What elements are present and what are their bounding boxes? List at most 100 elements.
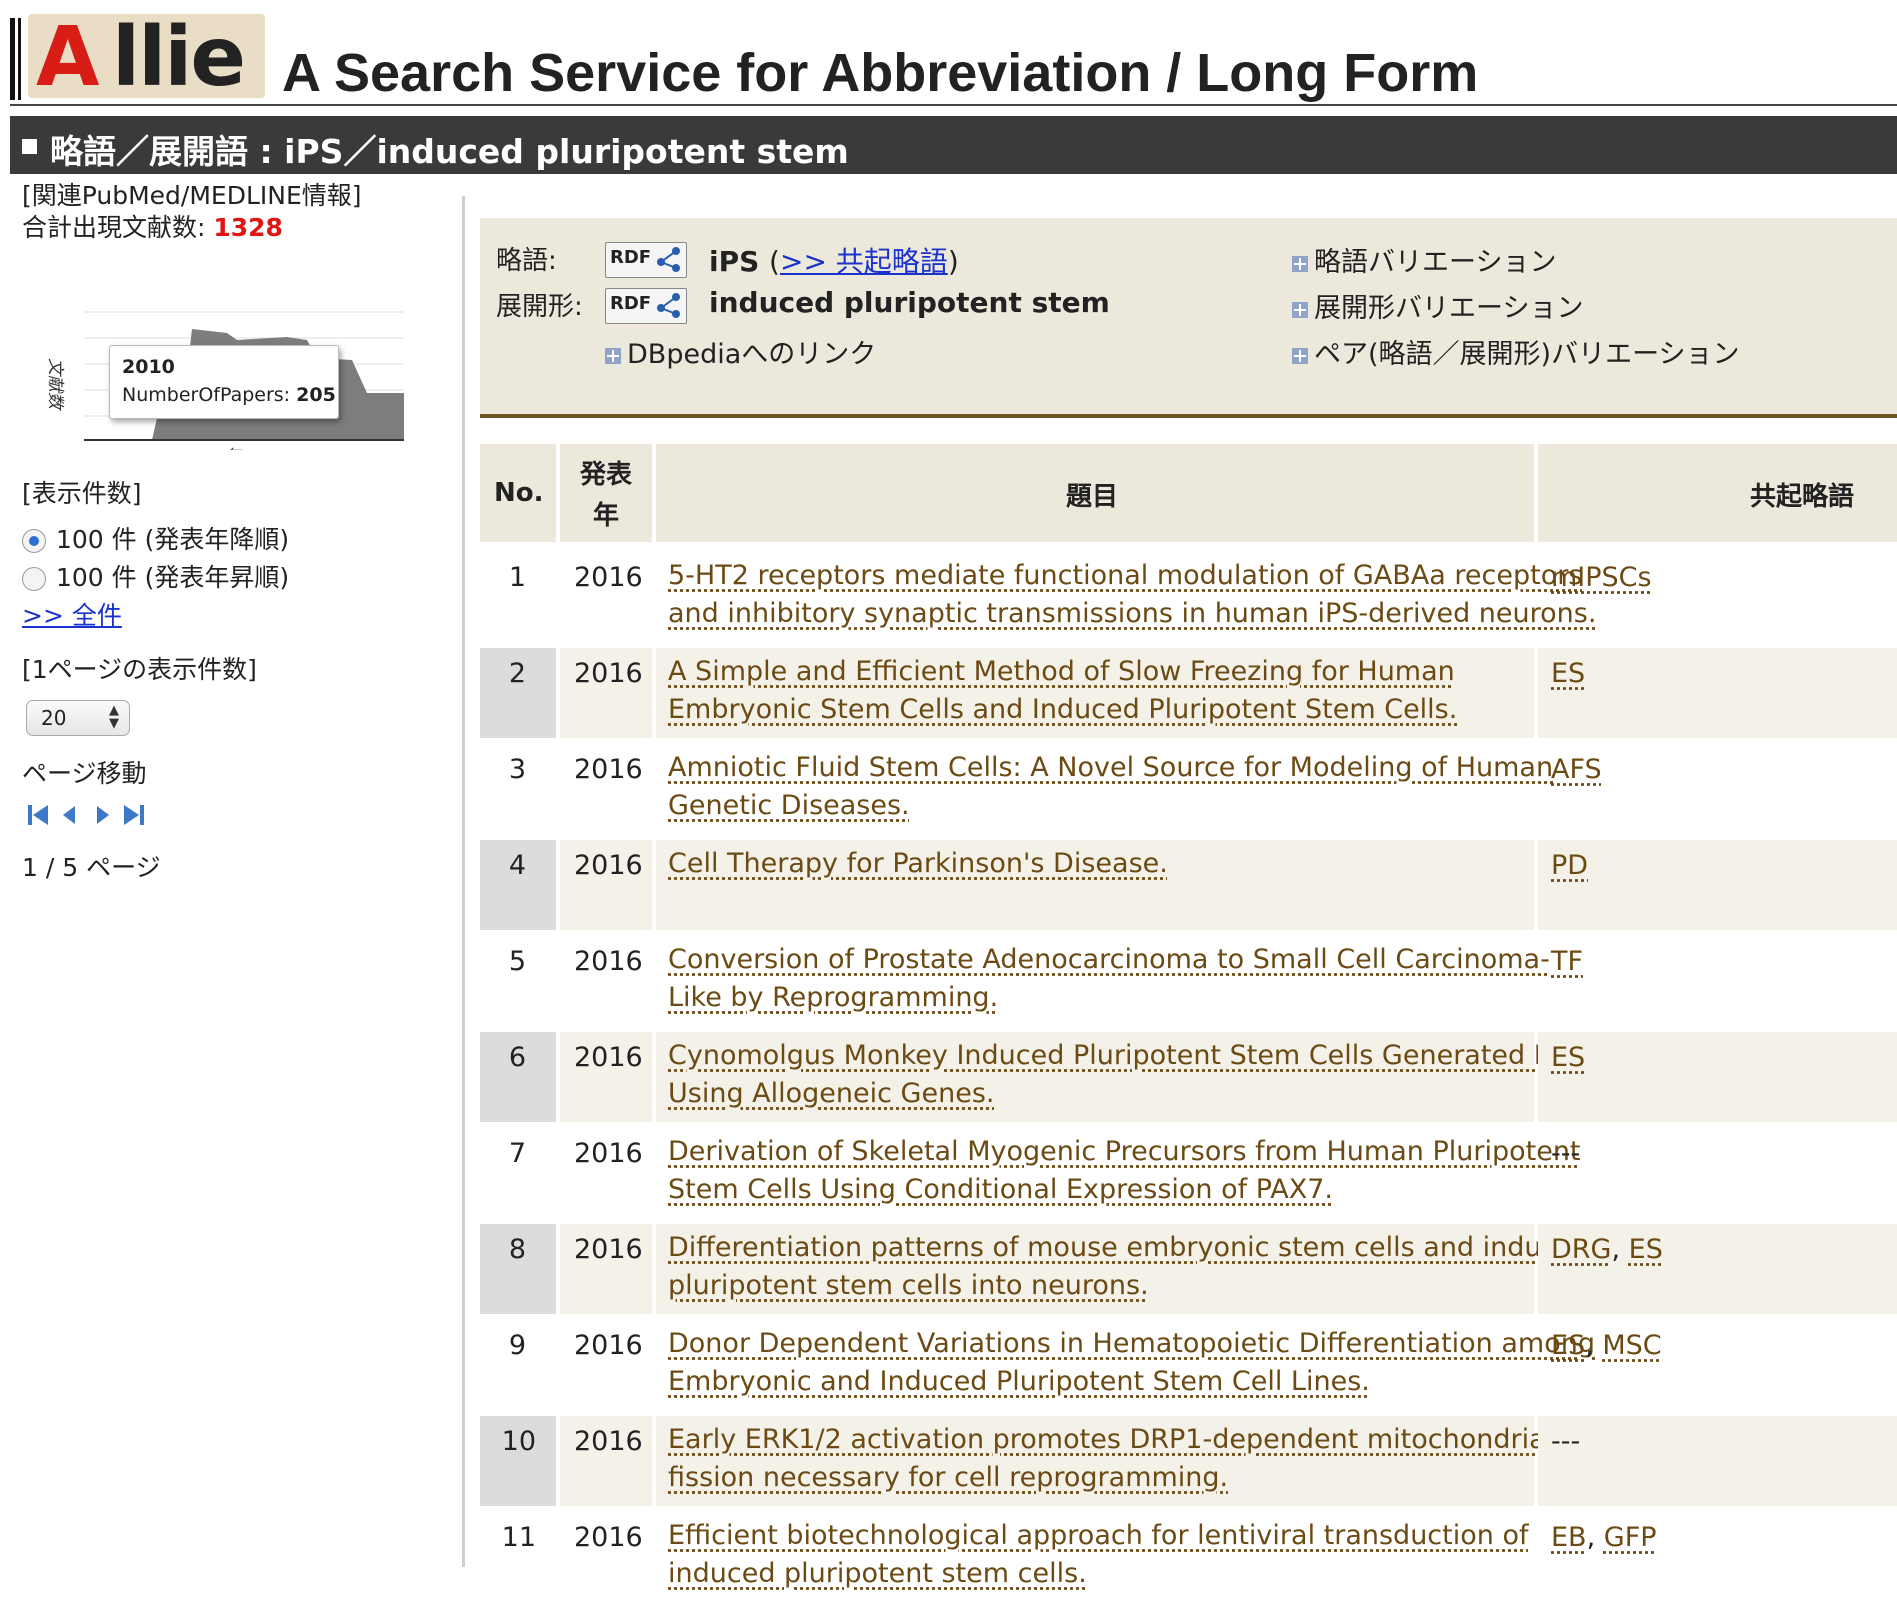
plus-icon [1292,256,1308,272]
cell-year: 2016 [560,1032,652,1122]
first-page-icon[interactable] [26,802,50,828]
tooltip-value-line: NumberOfPapers: 205 [122,384,336,406]
radio-asc-option[interactable]: 100 件 (発表年昇順) [22,558,289,594]
abbr-variation-link[interactable]: 略語バリエーション [1292,240,1556,279]
paper-title-link[interactable]: Differentiation patterns of mouse embryo… [668,1232,1590,1263]
paper-title-link[interactable]: 5-HT2 receptors mediate functional modul… [668,560,1582,591]
long-variation-link[interactable]: 展開形バリエーション [1292,286,1583,325]
paper-title-link[interactable]: Genetic Diseases. [668,790,910,821]
cooccur-abbr-link[interactable]: GFP [1604,1522,1657,1553]
cooccur-abbr-link[interactable]: PD [1551,850,1588,881]
prev-page-icon[interactable] [58,802,82,828]
cooccur-abbr-link[interactable]: TF [1551,946,1583,977]
allie-logo[interactable]: A llie [28,14,265,98]
tooltip-value: 205 [296,384,336,406]
cell-no: 5 [480,936,556,1026]
row-no: 4 [509,850,526,881]
cell-no: 4 [480,840,556,930]
cooccur-abbr-link[interactable]: ES [1629,1234,1663,1265]
header-title-label: 題目 [1066,476,1118,513]
paper-title-link[interactable]: Like by Reprogramming. [668,982,998,1013]
paper-title-link[interactable]: Cell Therapy for Parkinson's Disease. [668,848,1168,879]
paper-title-link[interactable]: Derivation of Skeletal Myogenic Precurso… [668,1136,1581,1167]
cell-cooccur: --- [1538,1416,1897,1506]
paper-title-link[interactable]: Efficient biotechnological approach for … [668,1520,1528,1551]
long-form-rdf-button[interactable]: RDF [605,288,687,324]
display-count-label: [表示件数] [22,474,142,510]
per-page-value: 20 [41,706,66,730]
paper-title-link[interactable]: Using Allogeneic Genes. [668,1078,994,1109]
row-no: 2 [509,658,526,689]
plus-icon [1292,302,1308,318]
header-no-label: No. [494,478,544,508]
pair-variation-link[interactable]: ペア(略語／展開形)バリエーション [1292,332,1740,371]
cell-cooccur: --- [1538,1128,1897,1218]
cooccur-abbr-link[interactable]: ES [1551,1330,1585,1361]
column-separator [462,196,465,1567]
tooltip-label: NumberOfPapers: [122,384,296,406]
last-page-icon[interactable] [122,802,146,828]
paper-title-link[interactable]: pluripotent stem cells into neurons. [668,1270,1149,1301]
abbr-rdf-button[interactable]: RDF [605,242,687,278]
cell-no: 9 [480,1320,556,1410]
cell-year: 2016 [560,648,652,738]
table-row: 5 2016 Conversion of Prostate Adenocarcino… [480,936,1897,1026]
cell-no: 2 [480,648,556,738]
paper-title-link[interactable]: and inhibitory synaptic transmissions in… [668,598,1596,629]
cell-cooccur: ES, MSC [1538,1320,1897,1410]
next-page-icon[interactable] [90,802,114,828]
paper-title-link[interactable]: Conversion of Prostate Adenocarcinoma to… [668,944,1550,975]
table-row: 3 2016 Amniotic Fluid Stem Cells: A Novel … [480,744,1897,834]
term-info-panel: 略語: 展開形: RDF RDF iPS (>> 共起略語) induced p… [480,218,1897,418]
total-count-label: 合計出現文献数: [22,213,213,242]
logo-letters-llie: llie [112,16,244,98]
cell-year: 2016 [560,1416,652,1506]
cell-cooccur: mIPSCs [1538,552,1897,642]
long-form-label: 展開形: [496,286,583,323]
row-no: 10 [502,1426,536,1457]
row-no: 9 [509,1330,526,1361]
paper-title-link[interactable]: Early ERK1/2 activation promotes DRP1-de… [668,1424,1553,1455]
table-row: 10 2016 Early ERK1/2 activation promotes D… [480,1416,1897,1506]
radio-desc[interactable] [22,529,46,553]
radio-asc[interactable] [22,567,46,591]
paper-title-link[interactable]: Cynomolgus Monkey Induced Pluripotent St… [668,1040,1568,1071]
long-form-term: induced pluripotent stem [709,286,1110,319]
table-row: 1 2016 5-HT2 receptors mediate functional … [480,552,1897,642]
paper-title-link[interactable]: Stem Cells Using Conditional Expression … [668,1174,1333,1205]
paper-title-link[interactable]: Embryonic and Induced Pluripotent Stem C… [668,1366,1370,1397]
paper-title-link[interactable]: Embryonic Stem Cells and Induced Pluripo… [668,694,1457,725]
cooccur-abbr-link[interactable]: MSC [1602,1330,1661,1361]
paper-title-link[interactable]: induced pluripotent stem cells. [668,1558,1087,1589]
cooccur-abbr-link[interactable]: ES [1551,1042,1585,1073]
cell-year: 2016 [560,744,652,834]
cooccur-abbr-link[interactable]: ES [1551,658,1585,689]
per-page-select[interactable]: 20 ▲ ▼ [26,700,130,736]
cooccur-abbr-link[interactable]: AFS [1551,754,1602,785]
papers-by-year-chart[interactable]: 文献数 年 2010 NumberOfPapers: 205 [32,300,412,450]
cooccur-open: ( [769,245,780,278]
cell-no: 7 [480,1128,556,1218]
cooccur-none: --- [1551,1426,1580,1457]
cell-title: Cynomolgus Monkey Induced Pluripotent St… [656,1032,1534,1122]
dbpedia-link[interactable]: DBpediaへのリンク [605,332,876,371]
cooccur-abbr-link[interactable]: EB [1551,1522,1587,1553]
paper-title-link[interactable]: A Simple and Efficient Method of Slow Fr… [668,656,1455,687]
row-year: 2016 [574,1426,643,1457]
select-arrows-icon: ▲ ▼ [109,704,119,730]
cooccur-abbr-link[interactable]: mIPSCs [1551,562,1652,593]
paper-title-link[interactable]: fission necessary for cell reprogramming… [668,1462,1228,1493]
cooccur-separator: , [1587,1522,1604,1553]
cooccur-abbr-link[interactable]: >> 共起略語 [780,245,948,278]
all-results-link[interactable]: >> 全件 [22,601,122,630]
paper-title-link[interactable]: Amniotic Fluid Stem Cells: A Novel Sourc… [668,752,1553,783]
radio-desc-option[interactable]: 100 件 (発表年降順) [22,520,289,556]
page-status: 1 / 5 ページ [22,848,161,884]
paper-title-link[interactable]: Donor Dependent Variations in Hematopoie… [668,1328,1595,1359]
cooccur-abbr-link[interactable]: DRG [1551,1234,1611,1265]
cell-title: Early ERK1/2 activation promotes DRP1-de… [656,1416,1534,1506]
cell-no: 6 [480,1032,556,1122]
row-no: 5 [509,946,526,977]
row-year: 2016 [574,946,643,977]
all-link-line: >> 全件 [22,596,122,632]
